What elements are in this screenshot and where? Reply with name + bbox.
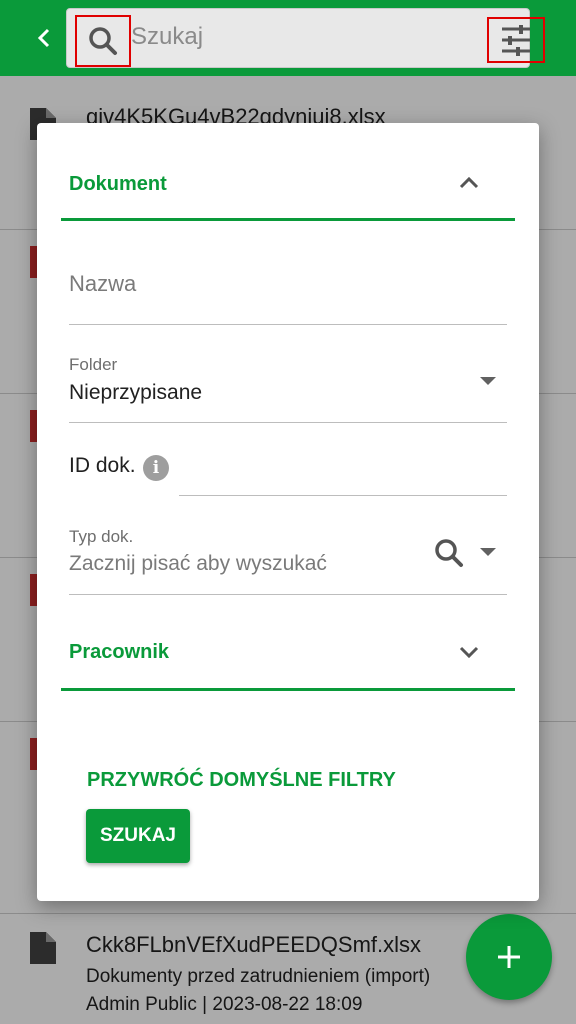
filter-icon[interactable] xyxy=(487,17,545,63)
search-box[interactable]: Szukaj xyxy=(66,8,545,68)
info-icon[interactable]: i xyxy=(143,455,169,481)
app-bar: Szukaj xyxy=(0,0,576,76)
doc-type-dropdown-arrow-icon[interactable] xyxy=(480,548,496,556)
search-icon[interactable] xyxy=(433,537,465,569)
name-input[interactable]: Nazwa xyxy=(69,271,136,297)
section-employee-title: Pracownik xyxy=(69,641,170,663)
chevron-up-icon[interactable] xyxy=(455,169,483,197)
chevron-left-icon xyxy=(37,28,50,48)
plus-icon xyxy=(498,946,520,968)
search-icon[interactable] xyxy=(75,15,131,67)
folder-dropdown-arrow-icon[interactable] xyxy=(480,377,496,385)
section-document-title: Dokument xyxy=(69,173,167,195)
add-document-button[interactable] xyxy=(466,914,552,1000)
doc-id-label: ID dok. xyxy=(69,454,136,477)
search-input[interactable]: Szukaj xyxy=(131,23,203,51)
folder-label: Folder xyxy=(69,355,118,374)
folder-underline xyxy=(69,422,507,423)
back-button[interactable] xyxy=(26,20,62,56)
reset-filters-button[interactable]: PRZYWRÓĆ DOMYŚLNE FILTRY xyxy=(87,769,396,792)
doc-type-label: Typ dok. xyxy=(69,527,134,546)
name-input-underline xyxy=(69,324,507,325)
doc-id-input[interactable] xyxy=(179,495,507,496)
section-employee-header[interactable]: Pracownik xyxy=(61,593,515,691)
filter-dialog: Dokument Nazwa Folder Nieprzypisane ID d… xyxy=(37,123,539,901)
search-button[interactable]: SZUKAJ xyxy=(86,809,190,863)
folder-select[interactable]: Nieprzypisane xyxy=(69,381,202,405)
chevron-down-icon[interactable] xyxy=(455,638,483,666)
section-document-header[interactable]: Dokument xyxy=(61,123,515,221)
doc-type-input[interactable]: Zacznij pisać aby wyszukać xyxy=(69,552,327,576)
